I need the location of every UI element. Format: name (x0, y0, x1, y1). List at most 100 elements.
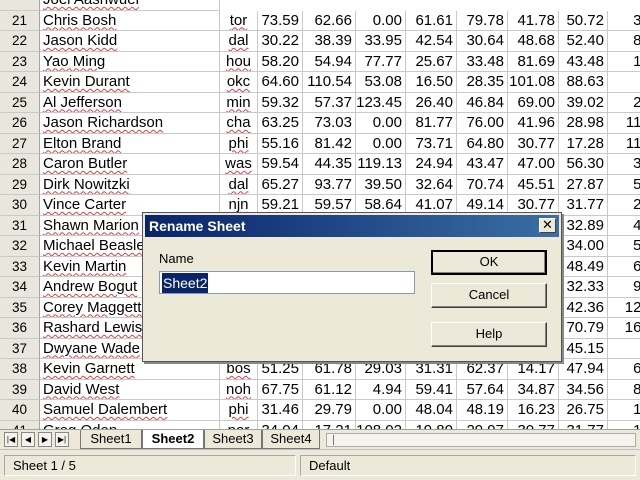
next-sheet-button[interactable]: ▶ (38, 432, 52, 447)
value-cell[interactable]: 55.16 (258, 133, 303, 154)
team-cell[interactable]: phi (220, 400, 258, 421)
row-header[interactable]: 40 (0, 400, 40, 421)
row-header[interactable]: 29 (0, 174, 40, 195)
value-cell[interactable]: 51.25 (258, 359, 303, 380)
sheet-name-input[interactable]: Sheet2 (159, 271, 415, 294)
value-cell[interactable]: 62.66 (303, 10, 356, 31)
row-header[interactable]: 37 (0, 338, 40, 359)
value-cell[interactable]: 9. (608, 72, 640, 93)
value-cell[interactable]: 48.49 (559, 256, 608, 277)
value-cell[interactable]: 19.80 (406, 420, 457, 429)
row-header[interactable]: 28 (0, 154, 40, 175)
name-cell[interactable]: Samuel Dalembert (40, 400, 220, 421)
row-header[interactable]: 32 (0, 236, 40, 257)
value-cell[interactable]: 34.87 (508, 379, 559, 400)
first-sheet-button[interactable]: |◀ (4, 432, 18, 447)
row-header[interactable]: 36 (0, 318, 40, 339)
team-cell[interactable]: dal (220, 174, 258, 195)
team-cell[interactable]: dal (220, 31, 258, 52)
value-cell[interactable]: 113. (608, 113, 640, 134)
value-cell[interactable]: 56.30 (559, 154, 608, 175)
value-cell[interactable]: 25.67 (406, 51, 457, 72)
tab-sheet4[interactable]: Sheet4 (262, 430, 320, 449)
value-cell[interactable]: 57.64 (457, 379, 508, 400)
value-cell[interactable]: 57.37 (303, 92, 356, 113)
value-cell[interactable]: 39.50 (356, 174, 406, 195)
value-cell[interactable]: 7. (608, 339, 640, 359)
value-cell[interactable]: 31.77 (559, 420, 608, 429)
value-cell[interactable]: 48.68 (508, 31, 559, 52)
team-cell[interactable]: was (220, 154, 258, 175)
value-cell[interactable]: 28.35 (457, 72, 508, 93)
value-cell[interactable]: 93.77 (303, 174, 356, 195)
row-header[interactable]: 39 (0, 379, 40, 400)
name-cell[interactable]: Elton Brand (40, 133, 220, 154)
value-cell[interactable]: 29.97 (457, 420, 508, 429)
value-cell[interactable]: 47. (608, 216, 640, 236)
name-cell[interactable]: Jason Kidd (40, 31, 220, 52)
value-cell[interactable]: 32.33 (559, 277, 608, 298)
value-cell[interactable]: 70.74 (457, 174, 508, 195)
value-cell[interactable]: 88.63 (559, 72, 608, 93)
team-cell[interactable]: noh (220, 379, 258, 400)
value-cell[interactable]: 30.22 (258, 31, 303, 52)
value-cell[interactable]: 44.35 (303, 154, 356, 175)
value-cell[interactable]: 62.37 (457, 359, 508, 380)
value-cell[interactable]: 29.79 (303, 400, 356, 421)
value-cell[interactable]: 73.03 (303, 113, 356, 134)
value-cell[interactable]: 166. (608, 318, 640, 339)
value-cell[interactable]: 31. (608, 11, 640, 31)
row-header[interactable]: 38 (0, 359, 40, 380)
value-cell[interactable]: 89. (608, 31, 640, 52)
team-cell[interactable]: min (220, 92, 258, 113)
value-cell[interactable]: 30.77 (508, 133, 559, 154)
value-cell[interactable]: 42.54 (406, 31, 457, 52)
value-cell[interactable]: 27.87 (559, 174, 608, 195)
value-cell[interactable]: 33.95 (356, 31, 406, 52)
value-cell[interactable]: 31.46 (258, 400, 303, 421)
value-cell[interactable]: 50.72 (559, 10, 608, 31)
value-cell[interactable]: 43.47 (457, 154, 508, 175)
team-cell[interactable]: cha (220, 113, 258, 134)
value-cell[interactable]: 41.96 (508, 113, 559, 134)
ok-button[interactable]: OK (431, 250, 547, 275)
value-cell[interactable]: 45.15 (559, 338, 608, 359)
value-cell[interactable]: 110.54 (303, 72, 356, 93)
row-header[interactable]: 24 (0, 72, 40, 93)
name-cell[interactable]: Joel Aashwuel (40, 0, 220, 11)
value-cell[interactable]: 39.02 (559, 92, 608, 113)
value-cell[interactable]: 28.98 (559, 113, 608, 134)
value-cell[interactable]: 14.17 (508, 359, 559, 380)
value-cell[interactable]: 30.77 (508, 420, 559, 429)
value-cell[interactable]: 59.54 (258, 154, 303, 175)
row-header[interactable]: 30 (0, 195, 40, 216)
row-header[interactable]: 31 (0, 215, 40, 236)
value-cell[interactable]: 63.25 (258, 113, 303, 134)
value-cell[interactable]: 61.12 (303, 379, 356, 400)
value-cell[interactable]: 31.77 (559, 195, 608, 216)
name-cell[interactable]: Chris Bosh (40, 10, 220, 31)
value-cell[interactable]: 86. (608, 380, 640, 400)
value-cell[interactable]: 54.94 (303, 51, 356, 72)
value-cell[interactable]: 108.02 (356, 420, 406, 429)
name-cell[interactable]: Jason Richardson (40, 113, 220, 134)
value-cell[interactable]: 48.19 (457, 400, 508, 421)
help-button[interactable]: Help (431, 322, 547, 347)
row-header[interactable]: 41 (0, 420, 40, 429)
dialog-title-bar[interactable]: Rename Sheet ✕ (145, 215, 559, 237)
last-sheet-button[interactable]: ▶| (55, 432, 69, 447)
team-cell[interactable]: phi (220, 133, 258, 154)
name-cell[interactable]: Yao Ming (40, 51, 220, 72)
row-header[interactable]: 27 (0, 133, 40, 154)
value-cell[interactable]: 73.59 (258, 10, 303, 31)
value-cell[interactable]: 52.40 (559, 31, 608, 52)
value-cell[interactable]: 43.48 (559, 51, 608, 72)
value-cell[interactable]: 65.27 (258, 174, 303, 195)
value-cell[interactable]: 39. (608, 154, 640, 175)
value-cell[interactable]: 81.69 (508, 51, 559, 72)
value-cell[interactable]: 53.08 (356, 72, 406, 93)
value-cell[interactable]: 77.77 (356, 51, 406, 72)
value-cell[interactable]: 41.78 (508, 10, 559, 31)
value-cell[interactable]: 53. (608, 175, 640, 195)
value-cell[interactable]: 101.08 (508, 72, 559, 93)
